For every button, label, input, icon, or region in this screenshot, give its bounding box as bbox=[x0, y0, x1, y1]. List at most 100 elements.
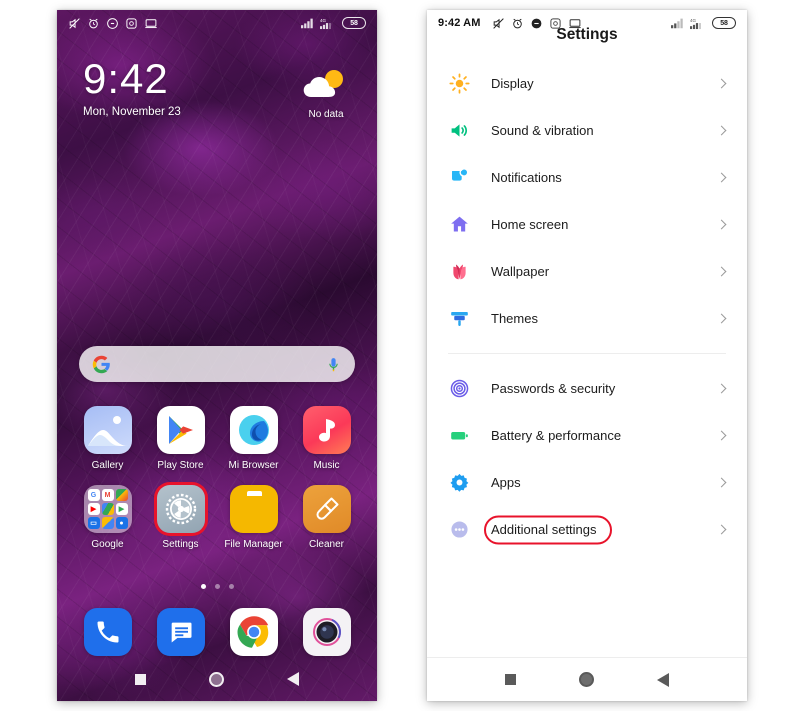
mini-icon-maps bbox=[115, 489, 128, 501]
music-icon[interactable] bbox=[302, 406, 351, 454]
clock-time: 9:42 bbox=[83, 55, 169, 102]
app-label: Settings bbox=[162, 539, 199, 550]
clock-widget[interactable]: 9:42 Mon, November 23 bbox=[83, 55, 181, 119]
back-triangle-icon[interactable] bbox=[287, 672, 300, 686]
notification-badge-icon bbox=[448, 167, 470, 189]
settings-item-label: Sound & vibration bbox=[491, 123, 594, 138]
play-store-icon[interactable] bbox=[156, 406, 205, 454]
dock bbox=[71, 608, 363, 656]
gallery-icon[interactable] bbox=[83, 406, 132, 454]
chevron-right-icon bbox=[716, 313, 727, 324]
battery-indicator: 58 bbox=[712, 17, 736, 29]
google-search-bar[interactable] bbox=[79, 346, 355, 382]
google-folder-icon[interactable]: G M ▶ ▶ ▭ ● bbox=[83, 485, 132, 533]
app-mi-browser[interactable]: Mi Browser bbox=[220, 406, 288, 471]
app-grid: Gallery Play Store Mi Browser Music G M … bbox=[71, 406, 363, 564]
dnd-icon bbox=[107, 17, 118, 29]
page-dot[interactable] bbox=[228, 584, 234, 589]
cleaner-icon[interactable] bbox=[302, 485, 351, 533]
mini-icon-meet: ▭ bbox=[87, 517, 100, 529]
phone-icon[interactable] bbox=[83, 608, 132, 656]
app-gallery[interactable]: Gallery bbox=[74, 406, 142, 471]
weather-label: No data bbox=[308, 109, 344, 120]
paintbrush-icon bbox=[448, 308, 470, 330]
recents-square-icon[interactable] bbox=[134, 673, 146, 685]
signal-bars-icon bbox=[301, 18, 313, 29]
chevron-right-icon bbox=[716, 477, 727, 488]
home-circle-icon[interactable] bbox=[208, 671, 224, 687]
page-dot[interactable] bbox=[214, 584, 220, 589]
page-dot[interactable] bbox=[200, 584, 206, 589]
file-manager-icon[interactable] bbox=[229, 485, 278, 533]
settings-item-label: Wallpaper bbox=[491, 264, 550, 279]
home-circle-icon[interactable] bbox=[578, 672, 594, 687]
app-label: File Manager bbox=[224, 539, 283, 550]
recents-square-icon[interactable] bbox=[504, 674, 516, 685]
mini-icon-youtube: ▶ bbox=[87, 503, 100, 515]
app-file-manager[interactable]: File Manager bbox=[220, 485, 288, 550]
battery-icon bbox=[448, 425, 470, 447]
cast-icon bbox=[145, 18, 157, 28]
svg-text:4G: 4G bbox=[690, 18, 696, 23]
settings-item-apps[interactable]: Apps bbox=[427, 459, 747, 506]
screen-recorder-icon bbox=[550, 17, 562, 29]
settings-item-sound-vibration[interactable]: Sound & vibration bbox=[427, 107, 747, 154]
app-cleaner[interactable]: Cleaner bbox=[293, 485, 361, 550]
mini-icon-photos bbox=[101, 517, 114, 529]
settings-item-label: Notifications bbox=[491, 170, 562, 185]
settings-item-label: Apps bbox=[491, 475, 521, 490]
fingerprint-icon bbox=[448, 378, 470, 400]
chevron-right-icon bbox=[716, 266, 727, 277]
camera-icon[interactable] bbox=[302, 608, 351, 656]
alarm-icon bbox=[513, 18, 523, 28]
chevron-right-icon bbox=[716, 524, 727, 535]
chevron-right-icon bbox=[716, 78, 727, 89]
chrome-icon[interactable] bbox=[229, 608, 278, 656]
clock-date: Mon, November 23 bbox=[83, 106, 181, 118]
more-dots-icon bbox=[448, 519, 470, 541]
group-divider bbox=[448, 353, 726, 354]
settings-item-label: Passwords & security bbox=[491, 381, 616, 396]
app-music[interactable]: Music bbox=[293, 406, 361, 471]
app-google-folder[interactable]: G M ▶ ▶ ▭ ● Google bbox=[74, 485, 142, 550]
settings-nav-bar bbox=[427, 657, 747, 701]
weather-widget[interactable]: No data bbox=[293, 68, 359, 120]
mini-icon-play: ▶ bbox=[115, 503, 128, 515]
settings-item-passwords-security[interactable]: Passwords & security bbox=[427, 365, 747, 412]
mini-icon-drive bbox=[101, 503, 114, 515]
signal-bars-icon bbox=[671, 18, 683, 29]
settings-item-home-screen[interactable]: Home screen bbox=[427, 201, 747, 248]
settings-item-additional-settings[interactable]: Additional settings bbox=[427, 506, 747, 553]
microphone-icon[interactable] bbox=[325, 356, 342, 373]
house-icon bbox=[448, 214, 470, 236]
app-row: Gallery Play Store Mi Browser Music bbox=[71, 406, 363, 471]
flower-icon bbox=[448, 261, 470, 283]
chevron-right-icon bbox=[716, 219, 727, 230]
google-g-icon bbox=[92, 355, 110, 373]
mini-icon-google: G bbox=[87, 489, 100, 501]
settings-gear-icon[interactable] bbox=[156, 485, 205, 533]
brightness-sun-icon bbox=[448, 73, 470, 95]
app-row: G M ▶ ▶ ▭ ● Google Settings File Manager… bbox=[71, 485, 363, 550]
app-play-store[interactable]: Play Store bbox=[147, 406, 215, 471]
back-triangle-icon[interactable] bbox=[657, 672, 670, 687]
dnd-icon bbox=[532, 18, 542, 28]
battery-level-text: 58 bbox=[720, 19, 728, 27]
settings-item-battery-performance[interactable]: Battery & performance bbox=[427, 412, 747, 459]
mi-browser-icon[interactable] bbox=[229, 406, 278, 454]
cast-icon bbox=[569, 18, 582, 28]
svg-text:4G: 4G bbox=[320, 18, 326, 23]
settings-item-wallpaper[interactable]: Wallpaper bbox=[427, 248, 747, 295]
alarm-icon bbox=[89, 18, 98, 28]
home-nav-bar bbox=[57, 657, 377, 701]
battery-indicator: 58 bbox=[342, 17, 366, 29]
messages-icon[interactable] bbox=[156, 608, 205, 656]
page-indicator bbox=[57, 584, 377, 589]
settings-item-label: Themes bbox=[491, 311, 538, 326]
app-settings[interactable]: Settings bbox=[147, 485, 215, 550]
mini-icon-contacts: ● bbox=[115, 517, 128, 529]
gear-icon bbox=[448, 472, 470, 494]
settings-item-display[interactable]: Display bbox=[427, 60, 747, 107]
settings-item-notifications[interactable]: Notifications bbox=[427, 154, 747, 201]
settings-item-themes[interactable]: Themes bbox=[427, 295, 747, 342]
